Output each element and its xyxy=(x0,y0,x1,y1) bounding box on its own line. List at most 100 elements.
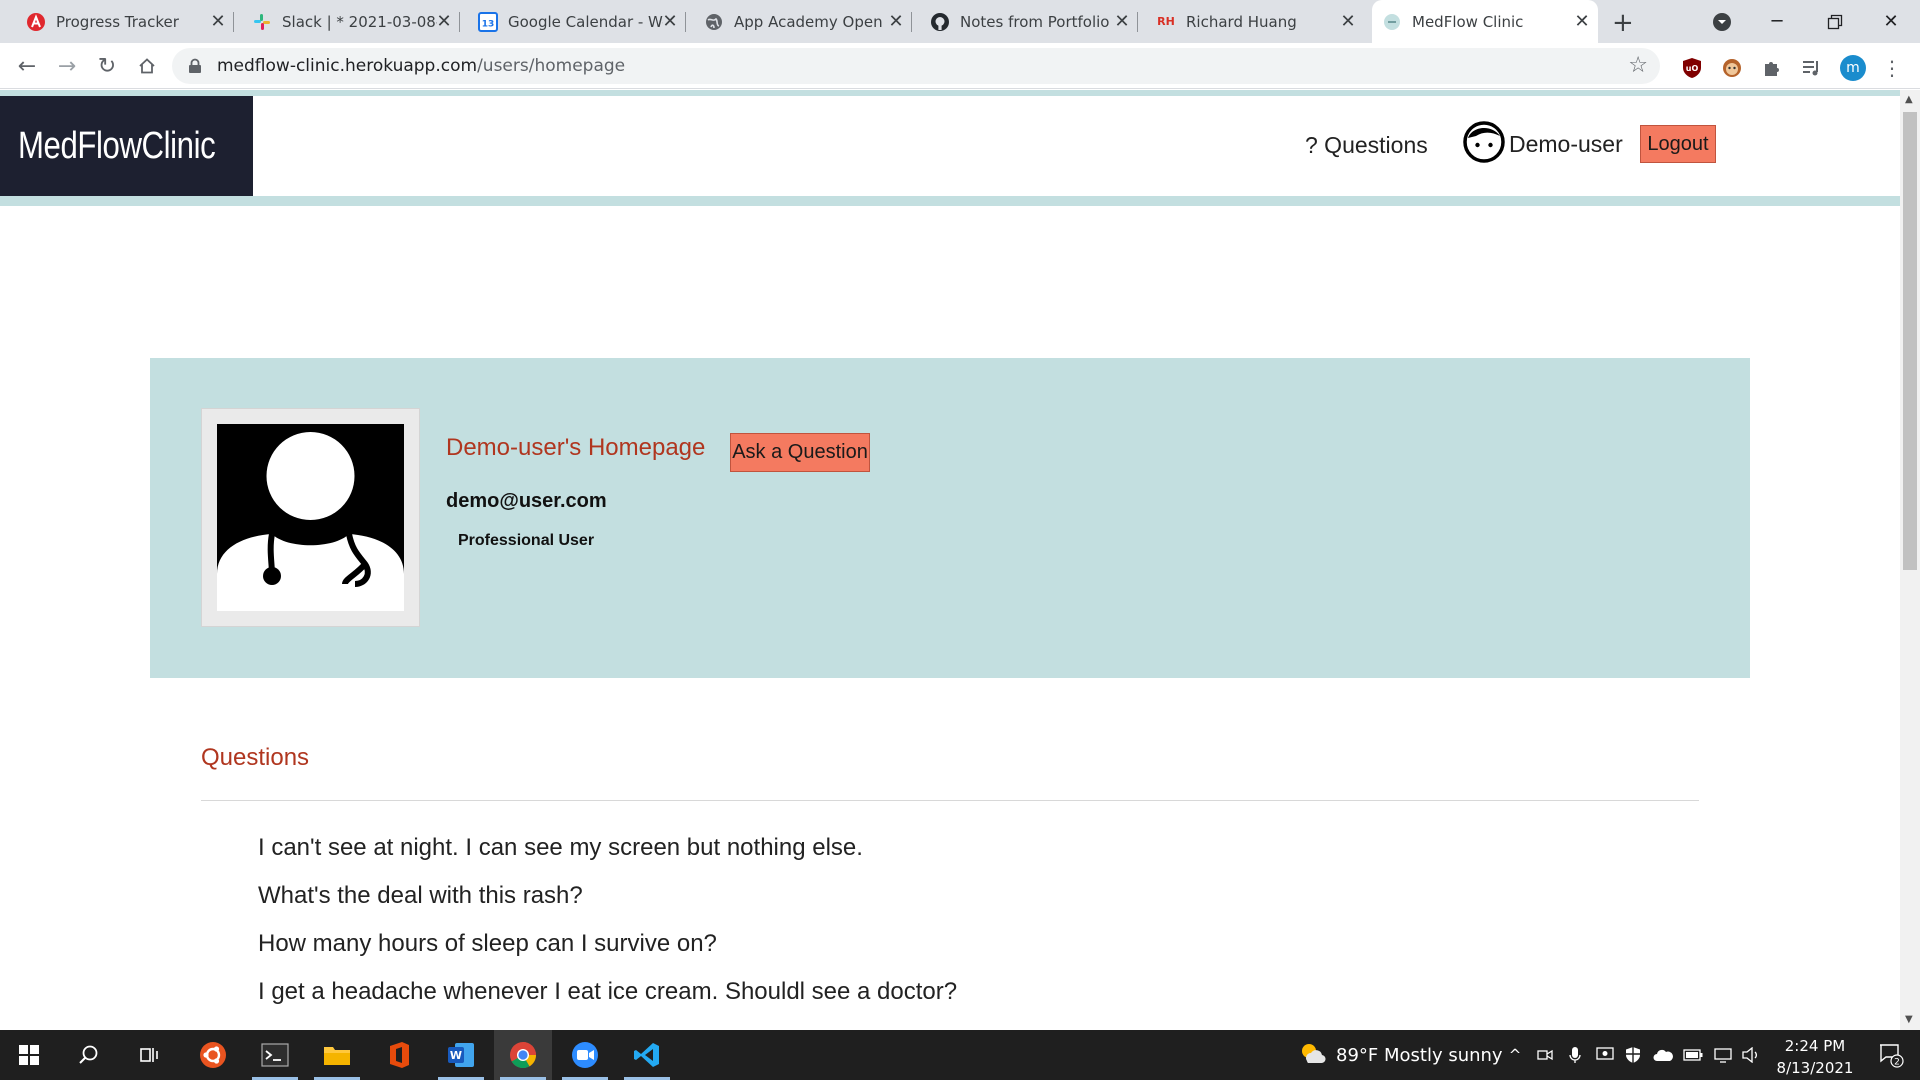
close-icon[interactable]: ✕ xyxy=(1112,11,1132,32)
ask-question-button[interactable]: Ask a Question xyxy=(730,433,870,472)
network-share-icon[interactable] xyxy=(1592,1030,1618,1080)
scroll-down-icon[interactable]: ▼ xyxy=(1905,1014,1913,1025)
tab-title: MedFlow Clinic xyxy=(1412,12,1524,31)
tab-title: App Academy Open xyxy=(734,12,883,31)
question-item[interactable]: How many hours of sleep can I survive on… xyxy=(258,930,957,978)
svg-text:W: W xyxy=(450,1049,462,1062)
clock-time: 2:24 PM xyxy=(1784,1037,1846,1055)
close-icon[interactable]: ✕ xyxy=(886,11,906,32)
browser-tab-strip: Progress Tracker ✕ Slack | * 2021-03-08-… xyxy=(0,0,1920,43)
scroll-up-icon[interactable]: ▲ xyxy=(1905,94,1913,105)
question-item[interactable]: What's the deal with this rash? xyxy=(258,882,957,930)
defender-shield-icon[interactable] xyxy=(1620,1030,1646,1080)
file-explorer-icon[interactable] xyxy=(308,1030,366,1080)
site-logo[interactable]: MedFlowClinic xyxy=(0,96,253,196)
windows-start-icon[interactable] xyxy=(0,1030,58,1080)
close-icon[interactable]: ✕ xyxy=(660,11,680,32)
extensions-puzzle-icon[interactable] xyxy=(1760,56,1784,80)
monkey-extension-icon[interactable] xyxy=(1720,56,1744,80)
rh-icon: RH xyxy=(1157,15,1175,28)
slack-icon xyxy=(252,12,272,32)
back-icon[interactable]: ← xyxy=(12,51,42,81)
tab-separator xyxy=(911,12,912,32)
microphone-icon[interactable] xyxy=(1562,1030,1588,1080)
terminal-icon[interactable] xyxy=(246,1030,304,1080)
tab-separator xyxy=(685,12,686,32)
tab-app-academy[interactable]: App Academy Open ✕ xyxy=(694,0,912,43)
notification-center-icon[interactable]: 2 xyxy=(1866,1030,1916,1080)
tab-separator xyxy=(233,12,234,32)
questions-list: I can't see at night. I can see my scree… xyxy=(258,834,957,1026)
window-close-icon[interactable]: ✕ xyxy=(1862,0,1920,43)
close-icon[interactable]: ✕ xyxy=(1572,11,1592,32)
restore-icon[interactable] xyxy=(1806,0,1864,43)
profile-title: Demo-user's Homepage xyxy=(446,434,706,461)
doctor-avatar-icon xyxy=(217,424,404,611)
tab-slack[interactable]: Slack | * 2021-03-08-c ✕ xyxy=(242,0,460,43)
top-accent-band xyxy=(0,90,1900,96)
url-host: medflow-clinic.herokuapp.com xyxy=(217,56,478,76)
question-item[interactable]: I can't see at night. I can see my scree… xyxy=(258,834,957,882)
bookmark-star-icon[interactable]: ☆ xyxy=(1628,53,1648,78)
questions-divider xyxy=(201,800,1699,801)
avatar xyxy=(201,408,420,627)
chrome-icon[interactable] xyxy=(494,1030,552,1080)
question-item[interactable]: I get a headache whenever I eat ice crea… xyxy=(258,978,957,1026)
reload-icon[interactable]: ↻ xyxy=(92,51,122,81)
nav-user-link[interactable]: Demo-user xyxy=(1462,120,1623,169)
word-icon[interactable]: W xyxy=(432,1030,490,1080)
page-scrollbar[interactable]: ▲ ▼ xyxy=(1900,90,1920,1030)
profile-email: demo@user.com xyxy=(446,490,607,512)
nav-user-name: Demo-user xyxy=(1509,131,1623,157)
browser-toolbar: ← → ↻ medflow-clinic.herokuapp.com/users… xyxy=(0,43,1920,89)
lock-icon xyxy=(188,58,202,74)
tab-separator xyxy=(1137,12,1138,32)
tab-search-icon[interactable] xyxy=(1693,0,1751,43)
more-menu-icon[interactable]: ⋮ xyxy=(1880,56,1904,80)
close-icon[interactable]: ✕ xyxy=(434,11,454,32)
onedrive-cloud-icon[interactable] xyxy=(1650,1030,1676,1080)
task-view-icon[interactable] xyxy=(120,1030,178,1080)
nav-accent-band xyxy=(0,196,1900,206)
wifi-display-icon[interactable] xyxy=(1710,1030,1736,1080)
weather-widget[interactable]: 89°F Mostly sunny xyxy=(1298,1030,1503,1080)
vscode-icon[interactable] xyxy=(618,1030,676,1080)
close-icon[interactable]: ✕ xyxy=(208,11,228,32)
tab-richard-huang[interactable]: RH Richard Huang ✕ xyxy=(1146,0,1364,43)
battery-icon[interactable] xyxy=(1680,1030,1706,1080)
ubuntu-icon[interactable] xyxy=(184,1030,242,1080)
search-icon[interactable] xyxy=(60,1030,118,1080)
site-logo-text: MedFlowClinic xyxy=(18,124,216,167)
profile-avatar[interactable]: m xyxy=(1840,55,1866,81)
tray-chevron-icon[interactable]: ^ xyxy=(1504,1030,1526,1080)
svg-text:13: 13 xyxy=(482,19,495,29)
minimize-icon[interactable]: ─ xyxy=(1748,0,1806,43)
tab-google-calendar[interactable]: 13 Google Calendar - We ✕ xyxy=(468,0,686,43)
ublock-icon[interactable]: uO xyxy=(1680,56,1704,80)
zoom-icon[interactable] xyxy=(556,1030,614,1080)
meet-now-icon[interactable] xyxy=(1532,1030,1558,1080)
address-bar[interactable]: medflow-clinic.herokuapp.com/users/homep… xyxy=(172,48,1660,84)
close-icon[interactable]: ✕ xyxy=(1338,11,1358,32)
scroll-thumb[interactable] xyxy=(1903,112,1917,570)
tab-title: Progress Tracker xyxy=(56,12,179,31)
media-control-icon[interactable] xyxy=(1800,56,1824,80)
office-icon[interactable] xyxy=(370,1030,428,1080)
tab-title: Slack | * 2021-03-08-c xyxy=(282,12,437,31)
calendar-icon: 13 xyxy=(478,11,498,32)
new-tab-button[interactable]: + xyxy=(1612,8,1634,38)
tab-separator xyxy=(459,12,460,32)
logout-button[interactable]: Logout xyxy=(1640,125,1716,163)
nav-questions-link[interactable]: ? Questions xyxy=(1305,132,1428,159)
tab-progress-tracker[interactable]: Progress Tracker ✕ xyxy=(16,0,234,43)
url-text: medflow-clinic.herokuapp.com/users/homep… xyxy=(217,56,625,76)
tab-medflow-clinic[interactable]: MedFlow Clinic ✕ xyxy=(1372,0,1598,43)
tab-github-notes[interactable]: Notes from Portfolio S ✕ xyxy=(920,0,1138,43)
system-clock[interactable]: 2:24 PM 8/13/2021 xyxy=(1760,1035,1870,1079)
forward-icon[interactable]: → xyxy=(52,51,82,81)
home-icon[interactable] xyxy=(132,51,162,81)
globe-icon xyxy=(704,12,724,32)
svg-text:2: 2 xyxy=(1894,1058,1900,1068)
tab-title: Google Calendar - We xyxy=(508,12,663,31)
weather-text: 89°F Mostly sunny xyxy=(1336,1044,1503,1066)
